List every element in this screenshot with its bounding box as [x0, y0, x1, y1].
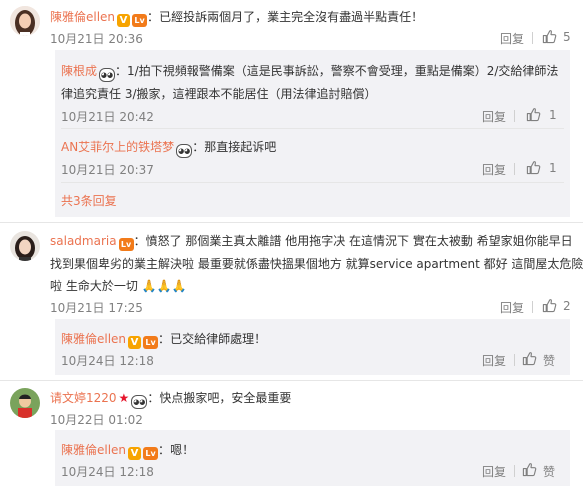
divider — [61, 128, 564, 129]
avatar[interactable] — [10, 388, 40, 418]
reply-time: 10月24日 12:18 — [61, 354, 154, 368]
user-name[interactable]: 陳雅倫ellen — [61, 443, 126, 457]
thumbs-up-icon[interactable] — [542, 29, 557, 44]
comment-text-line: 憤怒了 那個業主真太離譜 他用拖字决 在這情況下 實在太被動 希望家姐你能早日 — [145, 234, 573, 248]
comment-separator: ： — [158, 443, 171, 457]
user-name[interactable]: 陳雅倫ellen — [50, 10, 115, 24]
user-name[interactable]: 陳雅倫ellen — [61, 332, 126, 346]
thumbs-up-icon[interactable] — [542, 298, 557, 313]
like-count: 1 — [549, 108, 557, 122]
verified-v-icon: V — [128, 447, 142, 460]
comment-body: 陳雅倫ellen V Lv ：已經投訴兩個月了，業主完全沒有盡過半點責任！ — [50, 8, 423, 27]
comment-text-line: 啦 生命大於一切 — [50, 279, 138, 293]
divider — [514, 163, 515, 175]
comment-body: saladmaria Lv ：憤怒了 那個業主真太離譜 他用拖字决 在這情況下 實在… — [50, 232, 573, 251]
divider — [514, 465, 515, 477]
comment-text-row: 啦 生命大於一切 🙏🙏🙏 — [50, 277, 186, 294]
user-name[interactable]: 请文婷1220 — [50, 391, 117, 405]
panda-badge-icon: ◕◕ — [131, 395, 148, 409]
reply-time: 10月21日 20:37 — [61, 163, 154, 177]
reply-body: 陳雅倫ellen V Lv ：嗯！ — [61, 441, 194, 460]
comment-separator: ： — [192, 140, 205, 154]
reply-text-line: 1/拍下視頻報警備案（這是民事訴訟，警察不會受理，重點是備案）2/交給律師法 — [127, 64, 559, 78]
reply-button[interactable]: 回复 — [482, 463, 506, 480]
comment-separator: ： — [133, 234, 146, 248]
star-badge-icon: ★ — [118, 391, 130, 405]
reply-button[interactable]: 回复 — [482, 161, 506, 178]
reply-text: 嗯！ — [170, 443, 195, 457]
reply-text: 那直接起诉吧 — [204, 140, 277, 154]
like-button-label[interactable]: 赞 — [543, 352, 555, 369]
comment-time: 10月21日 17:25 — [50, 301, 143, 315]
reply-body: 陳根成 ◕◕ ：1/拍下視頻報警備案（這是民事訴訟，警察不會受理，重點是備案）2/交… — [61, 62, 558, 82]
like-count: 1 — [549, 161, 557, 175]
avatar[interactable] — [10, 6, 40, 36]
reply-button[interactable]: 回复 — [482, 108, 506, 125]
comment-separator: ： — [115, 64, 128, 78]
thumbs-up-icon[interactable] — [522, 462, 537, 477]
thumbs-up-icon[interactable] — [526, 107, 541, 122]
divider — [514, 354, 515, 366]
member-level-icon: Lv — [118, 238, 134, 251]
divider — [532, 301, 533, 313]
thumbs-up-icon[interactable] — [522, 351, 537, 366]
comment-separator: ： — [147, 10, 160, 24]
reply-button[interactable]: 回复 — [482, 352, 506, 369]
divider — [532, 32, 533, 44]
panda-badge-icon: ◕◕ — [176, 144, 193, 158]
divider — [61, 182, 564, 183]
reply-time: 10月21日 20:42 — [61, 110, 154, 124]
comment-text: 快点搬家吧，安全最重要 — [159, 391, 292, 405]
divider — [514, 110, 515, 122]
user-name[interactable]: 陳根成 — [61, 64, 97, 78]
comment-separator: ： — [158, 332, 171, 346]
reply-button[interactable]: 回复 — [500, 299, 524, 316]
comment-divider — [0, 380, 583, 381]
reply-text-line: 律追究責任 3/搬家，這裡跟本不能居住（用法律追討賠償） — [61, 87, 377, 101]
praying-hands-emoji: 🙏🙏🙏 — [141, 279, 187, 293]
panda-badge-icon: ◕◕ — [99, 68, 116, 82]
comment-divider — [0, 222, 583, 223]
verified-v-icon: V — [117, 14, 131, 27]
comment-text-line: 找到果個卑劣的業主解決啦 最重要就係盡快搵果個地方 就算service apar… — [50, 257, 583, 271]
member-level-icon: Lv — [143, 447, 159, 460]
reply-body: 陳雅倫ellen V Lv ：已交給律師處理！ — [61, 330, 266, 349]
reply-button[interactable]: 回复 — [500, 30, 524, 47]
thumbs-up-icon[interactable] — [526, 160, 541, 175]
comment-separator: ： — [147, 391, 160, 405]
member-level-icon: Lv — [132, 14, 148, 27]
reply-time: 10月24日 12:18 — [61, 465, 154, 479]
like-count: 5 — [563, 30, 571, 44]
comment-body: 请文婷1220 ★ ◕◕ ：快点搬家吧，安全最重要 — [50, 389, 291, 409]
avatar[interactable] — [10, 231, 40, 261]
like-count: 2 — [563, 299, 571, 313]
verified-v-icon: V — [128, 336, 142, 349]
comment-time: 10月22日 01:02 — [50, 413, 143, 427]
user-name[interactable]: saladmaria — [50, 234, 117, 248]
more-replies-link[interactable]: 共3条回复 — [61, 192, 117, 209]
comment-time: 10月21日 20:36 — [50, 32, 143, 46]
reply-body: AN艾菲尔上的铁塔梦 ◕◕ ：那直接起诉吧 — [61, 138, 276, 158]
user-name[interactable]: AN艾菲尔上的铁塔梦 — [61, 140, 174, 154]
reply-text: 已交給律師處理！ — [170, 332, 267, 346]
member-level-icon: Lv — [143, 336, 159, 349]
comment-text: 已經投訴兩個月了，業主完全沒有盡過半點責任！ — [159, 10, 424, 24]
like-button-label[interactable]: 赞 — [543, 463, 555, 480]
